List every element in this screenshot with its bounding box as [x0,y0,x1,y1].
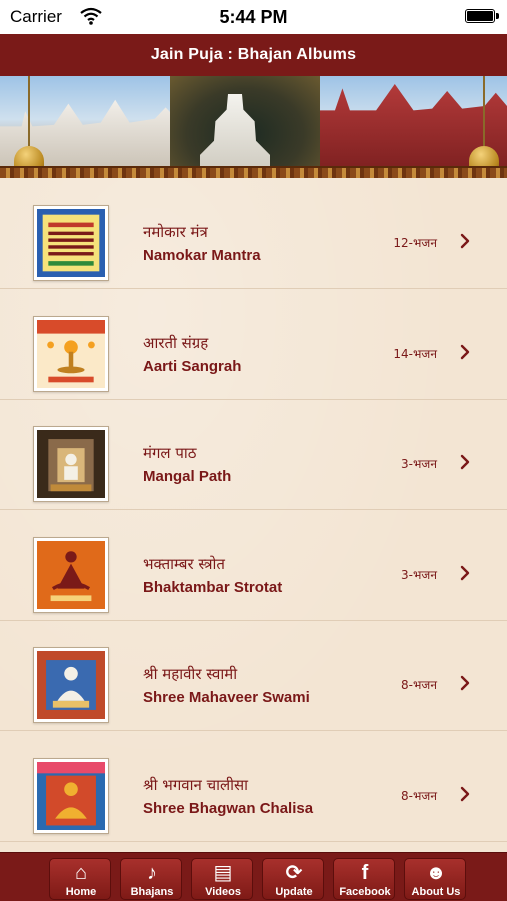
album-title-english: Shree Bhagwan Chalisa [143,799,314,817]
tab-update[interactable]: ⟳ Update [262,858,324,900]
bhajan-count: 3-भजन [401,567,437,582]
mangal-path-thumbnail [33,426,109,502]
album-title-english: Bhaktambar Strotat [143,578,283,596]
album-title-english: Aarti Sangrah [143,357,242,375]
page-title: Jain Puja : Bhajan Albums [150,46,357,63]
chevron-right-icon [460,786,470,801]
page-title-bar: Jain Puja : Bhajan Albums [0,34,507,76]
album-title-hindi: मंगल पाठ [143,444,197,462]
tab-home[interactable]: ⌂ Home [49,858,111,900]
clock: 5:44 PM [219,7,288,27]
mahaveer-thumbnail [33,647,109,723]
bhajan-count: 12-भजन [393,236,437,250]
chevron-right-icon [460,233,470,249]
status-bar: Carrier 5:44 PM [0,0,507,34]
album-row[interactable]: नमोकार मंत्र Namokar Mantra 12-भजन [0,178,507,289]
namokar-thumbnail [33,205,109,281]
bhajan-count: 14-भजन [393,346,437,361]
tab-label: Update [275,886,313,898]
home-icon: ⌂ [74,862,88,884]
refresh-icon: ⟳ [285,862,303,884]
tab-label: About Us [411,886,461,898]
album-row[interactable]: मंगल पाठ Mangal Path 3-भजन [0,399,507,510]
album-row[interactable]: श्री भगवान चालीसा Shree Bhagwan Chalisa 8-… [0,731,507,842]
album-row[interactable]: आरती संग्रह Aarti Sangrah 14-भजन [0,289,507,400]
album-title-english: Mangal Path [143,468,232,485]
bhaktambar-thumbnail [33,536,109,613]
album-title-hindi: भक्ताम्बर स्त्रोत [143,554,225,573]
temple-banner [0,76,507,172]
bhajan-count: 8-भजन [401,788,437,803]
music-note-icon: ♪ [147,862,157,884]
chevron-right-icon [460,344,470,359]
chevron-right-icon [460,565,470,580]
tab-about-us[interactable]: ☻ About Us [404,858,466,900]
chevron-right-icon [460,675,470,691]
tab-bhajans[interactable]: ♪ Bhajans [120,858,182,900]
tab-videos[interactable]: ▤ Videos [191,858,253,900]
tab-facebook[interactable]: f Facebook [333,858,395,900]
tab-label: Facebook [339,886,391,898]
tab-bar: ⌂ Home ♪ Bhajans ▤ Videos ⟳ Update f Facebook ☻ Abo… [0,852,507,901]
bhajan-count: 8-भजन [401,678,437,692]
album-row[interactable]: भक्ताम्बर स्त्रोत Bhaktambar Strotat 3-भजन [0,510,507,621]
album-title-hindi: नमोकार मंत्र [143,223,208,241]
aarti-thumbnail [33,315,109,392]
album-title-english: Shree Mahaveer Swami [143,689,310,706]
facebook-icon: f [361,862,369,884]
album-title-hindi: आरती संग्रह [143,333,209,352]
album-title-hindi: श्री भगवान चालीसा [143,775,249,794]
bhajan-count: 3-भजन [401,457,437,471]
battery-icon [465,9,499,23]
chevron-right-icon [460,454,470,470]
tab-label: Home [65,886,97,898]
film-icon: ▤ [213,862,233,884]
chalisa-thumbnail [33,757,109,834]
tab-label: Bhajans [130,886,174,898]
album-list: नमोकार मंत्र Namokar Mantra 12-भजन आरती संग… [0,178,507,852]
album-row[interactable]: श्री महावीर स्वामी Shree Mahaveer Swami 8-… [0,620,507,731]
album-title-english: Namokar Mantra [143,247,261,264]
tab-label: Videos [205,886,241,898]
people-icon: ☻ [425,862,447,884]
album-title-hindi: श्री महावीर स्वामी [143,665,238,683]
